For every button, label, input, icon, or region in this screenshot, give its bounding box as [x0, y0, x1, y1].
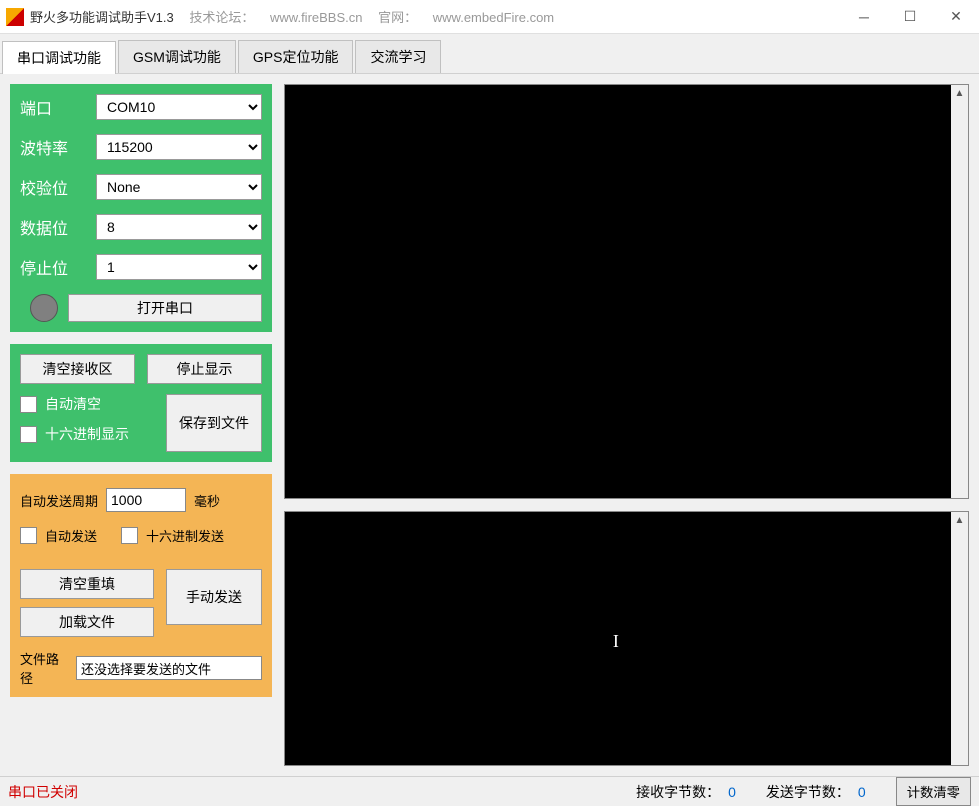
scroll-up-icon[interactable]: ▲ [951, 85, 968, 102]
hex-display-checkbox[interactable] [20, 426, 37, 443]
auto-send-checkbox[interactable] [20, 527, 37, 544]
auto-send-label: 自动发送 [45, 526, 97, 545]
tab-serial[interactable]: 串口调试功能 [2, 41, 116, 74]
stop-bits-label: 停止位 [20, 255, 96, 279]
app-title: 野火多功能调试助手V1.3 [30, 10, 174, 25]
port-select[interactable]: COM10 [96, 94, 262, 120]
forum-label: 技术论坛： [189, 10, 254, 25]
hex-send-label: 十六进制发送 [146, 526, 224, 545]
main-content: 端口 COM10 波特率 115200 校验位 None 数据位 8 停止位 1 [0, 74, 979, 776]
parity-label: 校验位 [20, 175, 96, 199]
titlebar: 野火多功能调试助手V1.3 技术论坛： www.fireBBS.cn 官网： w… [0, 0, 979, 34]
port-status-text: 串口已关闭 [8, 782, 78, 802]
rx-scrollbar[interactable]: ▲ [951, 85, 968, 498]
rx-bytes-count: 0 [728, 784, 736, 800]
baud-select[interactable]: 115200 [96, 134, 262, 160]
right-column: ▲ I ▲ [284, 84, 969, 766]
file-path-label: 文件路径 [20, 649, 70, 687]
clear-tx-button[interactable]: 清空重填 [20, 569, 154, 599]
parity-select[interactable]: None [96, 174, 262, 200]
titlebar-text: 野火多功能调试助手V1.3 技术论坛： www.fireBBS.cn 官网： w… [30, 7, 554, 26]
hex-send-checkbox[interactable] [121, 527, 138, 544]
app-icon [6, 8, 24, 26]
maximize-button[interactable]: ☐ [887, 0, 933, 34]
tx-bytes-label: 发送字节数： [766, 782, 850, 802]
receive-panel: 清空接收区 停止显示 自动清空 十六进制显示 保存到文件 [10, 344, 272, 462]
save-to-file-button[interactable]: 保存到文件 [166, 394, 262, 452]
clear-rx-button[interactable]: 清空接收区 [20, 354, 135, 384]
hex-display-label: 十六进制显示 [45, 424, 129, 444]
status-bar: 串口已关闭 接收字节数： 0 发送字节数： 0 计数清零 [0, 776, 979, 806]
window-controls: ─ ☐ ✕ [841, 0, 979, 34]
close-button[interactable]: ✕ [933, 0, 979, 34]
config-panel: 端口 COM10 波特率 115200 校验位 None 数据位 8 停止位 1 [10, 84, 272, 332]
auto-send-period-input[interactable] [106, 488, 186, 512]
forum-url: www.fireBBS.cn [270, 10, 362, 25]
data-bits-label: 数据位 [20, 215, 96, 239]
tab-gsm[interactable]: GSM调试功能 [118, 40, 236, 73]
text-cursor-icon: I [613, 631, 619, 652]
tx-scrollbar[interactable]: ▲ [951, 512, 968, 765]
site-url: www.embedFire.com [433, 10, 554, 25]
send-terminal[interactable]: I ▲ [284, 511, 969, 766]
manual-send-button[interactable]: 手动发送 [166, 569, 262, 625]
port-status-indicator [30, 294, 58, 322]
data-bits-select[interactable]: 8 [96, 214, 262, 240]
reset-counter-button[interactable]: 计数清零 [896, 777, 971, 806]
open-port-button[interactable]: 打开串口 [68, 294, 262, 322]
port-label: 端口 [20, 95, 96, 119]
tab-gps[interactable]: GPS定位功能 [238, 40, 354, 73]
stop-bits-select[interactable]: 1 [96, 254, 262, 280]
baud-label: 波特率 [20, 135, 96, 159]
site-label: 官网： [378, 10, 417, 25]
tab-chat[interactable]: 交流学习 [355, 40, 441, 73]
rx-bytes-label: 接收字节数： [636, 782, 720, 802]
scroll-up-icon[interactable]: ▲ [951, 512, 968, 529]
minimize-button[interactable]: ─ [841, 0, 887, 34]
stop-display-button[interactable]: 停止显示 [147, 354, 262, 384]
send-panel: 自动发送周期 毫秒 自动发送 十六进制发送 清空重填 加载文件 [10, 474, 272, 697]
tab-bar: 串口调试功能 GSM调试功能 GPS定位功能 交流学习 [0, 34, 979, 74]
auto-send-period-label: 自动发送周期 [20, 491, 98, 510]
period-unit-label: 毫秒 [194, 491, 220, 510]
receive-terminal[interactable]: ▲ [284, 84, 969, 499]
tx-bytes-count: 0 [858, 784, 866, 800]
auto-clear-label: 自动清空 [45, 394, 101, 414]
file-path-input[interactable] [76, 656, 262, 680]
left-column: 端口 COM10 波特率 115200 校验位 None 数据位 8 停止位 1 [10, 84, 272, 766]
load-file-button[interactable]: 加载文件 [20, 607, 154, 637]
auto-clear-checkbox[interactable] [20, 396, 37, 413]
